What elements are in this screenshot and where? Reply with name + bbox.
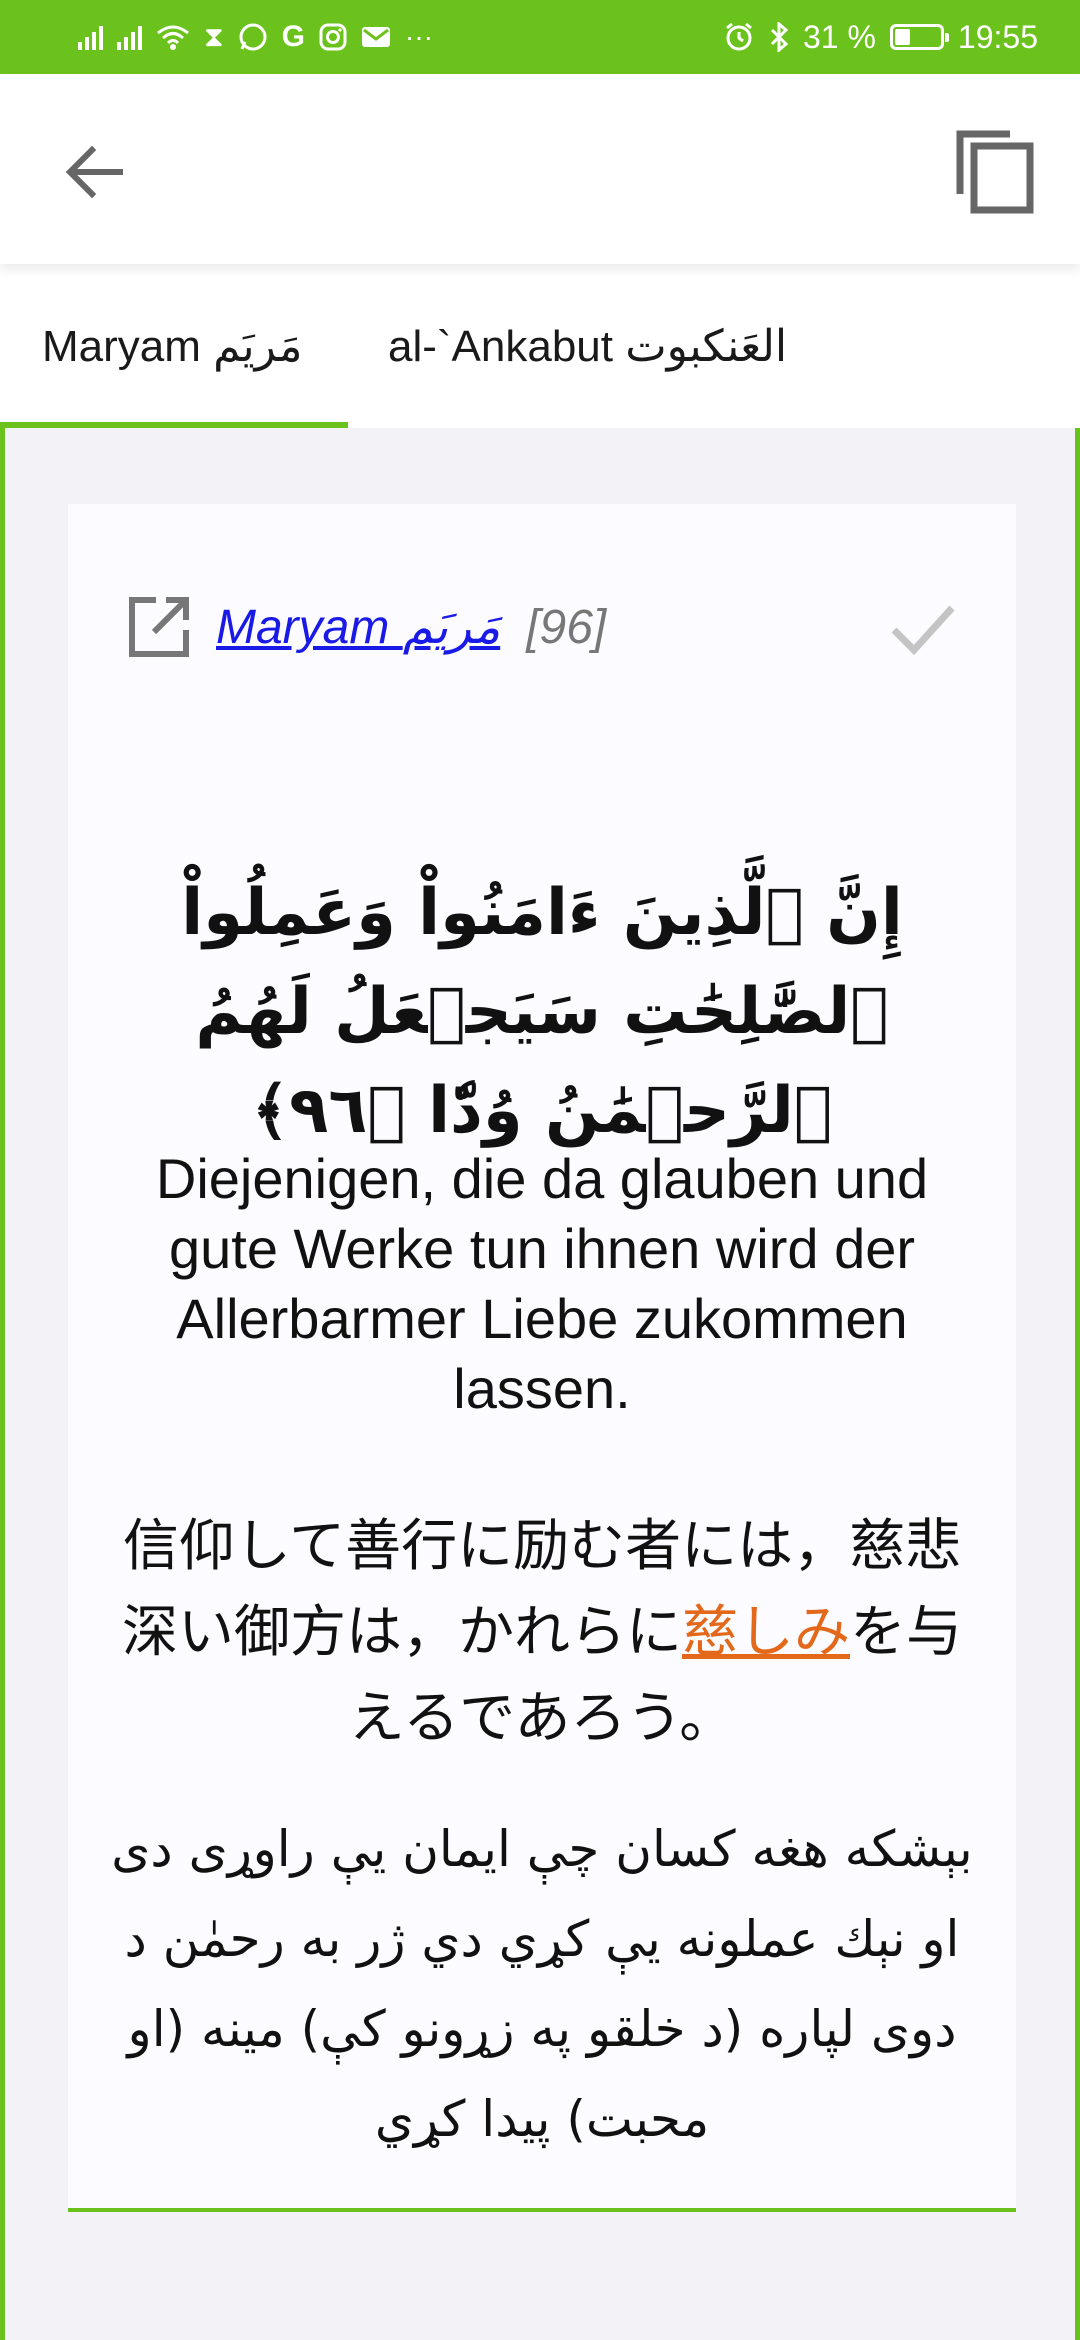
translation-japanese-link[interactable]: 慈しみ (682, 1600, 850, 1665)
status-bar: ⧗ G ··· 31 % 19:55 (0, 0, 1080, 74)
surah-tabs: Maryam مَريَم al-`Ankabut العَنكبوت (0, 264, 1080, 428)
alarm-icon (723, 21, 755, 53)
verse-card: Maryam مَريَم [96] إِنَّ ٱلَّذِينَ ءَامَ… (68, 504, 1016, 2212)
app-toolbar (0, 74, 1080, 264)
check-icon[interactable] (886, 592, 958, 664)
hourglass-icon: ⧗ (204, 21, 224, 52)
translation-german: Diejenigen, die da glauben und gute Werk… (155, 1147, 929, 1420)
tab-al-ankabut[interactable]: al-`Ankabut العَنكبوت (348, 264, 848, 428)
tab-maryam[interactable]: Maryam مَريَم (0, 264, 348, 428)
whatsapp-icon (238, 22, 268, 52)
google-icon: G (281, 20, 305, 53)
mail-icon (361, 25, 391, 49)
ayah-number: [96] (526, 600, 607, 654)
arrow-left-icon (65, 145, 123, 199)
battery-fill (894, 29, 910, 45)
instagram-icon (319, 23, 347, 51)
open-external-icon[interactable] (126, 594, 192, 660)
copy-button[interactable] (952, 126, 1036, 216)
verse-list[interactable]: Maryam مَريَم [96] إِنَّ ٱلَّذِينَ ءَامَ… (0, 428, 1080, 2340)
status-left-icons: ⧗ G ··· (78, 22, 433, 52)
battery-percent: 31 % (802, 18, 876, 55)
back-button[interactable] (56, 134, 132, 210)
verse-card-header: Maryam مَريَم [96] (126, 582, 958, 672)
bluetooth-icon (769, 22, 789, 52)
wifi-icon (156, 23, 190, 51)
copy-icon (956, 130, 1034, 214)
more-indicator: ··· (405, 21, 433, 52)
clock: 19:55 (957, 18, 1038, 55)
signal-icon (117, 24, 142, 50)
battery-icon (889, 24, 949, 50)
translation-pashto: بېشکه هغه کسان چې ایمان يې راوړی دی او ن… (111, 1820, 973, 2148)
signal-icon (78, 24, 103, 50)
arabic-verse-text: إِنَّ ٱلَّذِينَ ءَامَنُواْ وَعَمِلُواْ ٱ… (181, 876, 903, 1149)
translation-japanese: 信仰して善行に励む者には，慈悲深い御方は，かれらに慈しみを与えるであろう。 (108, 1504, 976, 1762)
status-right-icons: 31 % 19:55 (723, 19, 1038, 56)
surah-link[interactable]: Maryam مَريَم (216, 599, 500, 655)
